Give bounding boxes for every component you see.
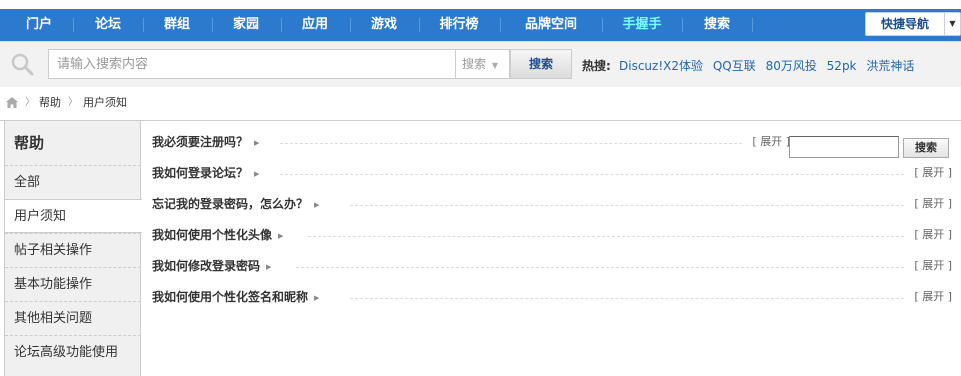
faq-question[interactable]: 我如何修改登录密码 ▶ [152, 256, 271, 277]
faq-item[interactable]: 我如何使用个性化头像 ▶ [ 展开 ] [152, 225, 952, 245]
expand-toggle[interactable]: [ 展开 ] [914, 194, 952, 214]
hot-search-label: 热搜: [582, 59, 611, 73]
sidebar-item-user-notice[interactable]: 用户须知 [5, 199, 142, 233]
faq-item[interactable]: 忘记我的登录密码，怎么办？ ▶ [ 展开 ] [152, 194, 952, 214]
dotted-divider [280, 143, 742, 144]
caret-right-icon: ▶ [278, 231, 284, 240]
chevron-down-icon[interactable]: ▼ [944, 13, 960, 35]
nav-divider [419, 18, 420, 32]
caret-right-icon: ▶ [314, 200, 320, 209]
sidebar-item-basic-functions[interactable]: 基本功能操作 [5, 267, 141, 301]
nav-divider [500, 18, 501, 32]
nav-item-home[interactable]: 家园 [221, 9, 271, 41]
nav-divider [602, 18, 603, 32]
sidebar-item-advanced-functions[interactable]: 论坛高级功能使用 [5, 335, 141, 369]
nav-divider [350, 18, 351, 32]
faq-question[interactable]: 我如何使用个性化签名和昵称 ▶ [152, 287, 319, 308]
nav-divider [682, 18, 683, 32]
expand-toggle[interactable]: [ 展开 ] [914, 225, 952, 245]
dotted-divider [296, 267, 904, 268]
dotted-divider [280, 174, 904, 175]
dotted-divider [350, 205, 904, 206]
faq-search-input[interactable] [789, 136, 899, 158]
search-input[interactable] [48, 49, 456, 79]
chevron-down-icon: ▼ [491, 61, 498, 70]
breadcrumb-separator-icon: 〉 [68, 97, 78, 108]
faq-search-button[interactable]: 搜索 [903, 138, 949, 158]
nav-item-groups[interactable]: 群组 [152, 9, 202, 41]
breadcrumb-separator-icon: 〉 [25, 97, 35, 108]
faq-question[interactable]: 忘记我的登录密码，怎么办？ ▶ [152, 194, 319, 215]
nav-item-search[interactable]: 搜索 [692, 9, 742, 41]
sidebar-item-post-operations[interactable]: 帖子相关操作 [5, 233, 141, 267]
hot-search-links: Discuz!X2体验 QQ互联 80万风投 52pk 洪荒神话 [619, 57, 920, 74]
search-button[interactable]: 搜索 [510, 49, 572, 79]
hot-search-link[interactable]: 洪荒神话 [866, 59, 914, 73]
quick-nav-label: 快捷导航 [880, 17, 929, 31]
caret-right-icon: ▶ [254, 169, 260, 178]
nav-item-hand-in-hand[interactable]: 手握手 [611, 9, 673, 41]
sidebar-title: 帮助 [14, 134, 45, 152]
nav-divider [73, 18, 74, 32]
nav-item-brand-space[interactable]: 品牌空间 [509, 9, 593, 41]
nav-item-games[interactable]: 游戏 [359, 9, 409, 41]
quick-nav-button[interactable]: 快捷导航 ▼ [865, 12, 961, 36]
nav-item-apps[interactable]: 应用 [290, 9, 340, 41]
search-type-label: 搜索 [462, 57, 487, 71]
help-sidebar: 帮助 全部 用户须知 帖子相关操作 基本功能操作 其他相关问题 论坛高级功能使用 [4, 121, 142, 376]
hot-search-link[interactable]: 52pk [827, 59, 857, 73]
nav-item-portal[interactable]: 门户 [14, 9, 64, 41]
nav-divider [212, 18, 213, 32]
hot-search-link[interactable]: 80万风投 [766, 59, 817, 73]
faq-item[interactable]: 我如何修改登录密码 ▶ [ 展开 ] [152, 256, 952, 276]
hot-search-link[interactable]: QQ互联 [713, 59, 756, 73]
nav-divider [143, 18, 144, 32]
breadcrumb-item-help[interactable]: 帮助 [39, 94, 61, 112]
nav-item-forum[interactable]: 论坛 [83, 9, 133, 41]
faq-item[interactable]: 我如何登录论坛？ ▶ [ 展开 ] [152, 163, 952, 183]
nav-divider [752, 18, 753, 32]
caret-right-icon: ▶ [314, 293, 320, 302]
nav-divider [281, 18, 282, 32]
faq-question[interactable]: 我如何登录论坛？ ▶ [152, 163, 259, 184]
search-icon [11, 53, 34, 76]
caret-right-icon: ▶ [266, 262, 272, 271]
divider [0, 120, 961, 121]
expand-toggle[interactable]: [ 展开 ] [752, 132, 790, 152]
dotted-divider [308, 236, 904, 237]
top-nav: 门户 论坛 群组 家园 应用 游戏 排行榜 品牌空间 手握手 搜索 快捷导航 ▼ [0, 9, 961, 41]
sidebar-item-all[interactable]: 全部 [5, 165, 141, 199]
home-icon[interactable] [6, 97, 18, 108]
sidebar-item-other-questions[interactable]: 其他相关问题 [5, 301, 141, 335]
hot-search-link[interactable]: Discuz!X2体验 [619, 59, 703, 73]
faq-item[interactable]: 我如何使用个性化签名和昵称 ▶ [ 展开 ] [152, 287, 952, 307]
search-bar: 搜索 ▼ 搜索 热搜: Discuz!X2体验 QQ互联 80万风投 52pk … [0, 41, 961, 87]
faq-question[interactable]: 我必须要注册吗？ ▶ [152, 132, 259, 153]
faq-question[interactable]: 我如何使用个性化头像 ▶ [152, 225, 283, 246]
expand-toggle[interactable]: [ 展开 ] [914, 256, 952, 276]
search-type-select[interactable]: 搜索 ▼ [456, 49, 510, 79]
expand-toggle[interactable]: [ 展开 ] [914, 163, 952, 183]
breadcrumb-item-user-notice: 用户须知 [83, 96, 127, 109]
caret-right-icon: ▶ [254, 138, 260, 147]
nav-item-ranking[interactable]: 排行榜 [428, 9, 490, 41]
dotted-divider [350, 298, 904, 299]
expand-toggle[interactable]: [ 展开 ] [914, 287, 952, 307]
